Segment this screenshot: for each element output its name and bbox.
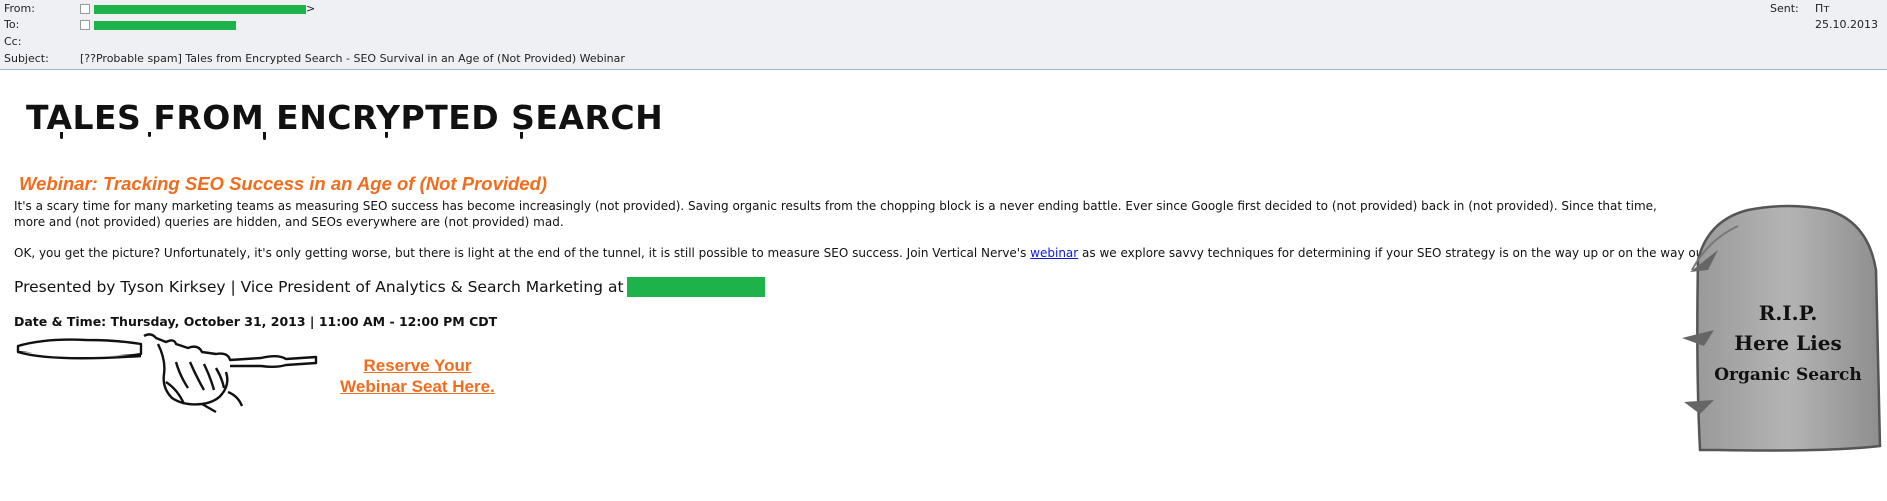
message-header: From: > Sent: Пт 25.10.2013 To: Cc: Subj… (0, 0, 1887, 70)
skeleton-hand-icon (16, 333, 318, 414)
tombstone-image: R.I.P. Here Lies Organic Search (1682, 204, 1882, 452)
redacted-company (626, 277, 765, 297)
to-value[interactable] (80, 17, 236, 33)
from-row: From: > Sent: Пт 25.10.2013 (0, 1, 1887, 31)
reserve-line-1: Reserve Your (363, 356, 472, 375)
webinar-link[interactable]: webinar (1030, 246, 1078, 260)
banner-title: TALES FROM ENCRYPTED SEARCH (26, 98, 664, 137)
tombstone-line-1: R.I.P. (1759, 301, 1818, 325)
redacted-sender (94, 4, 306, 14)
details-text: OK, you get the picture? Unfortunately, … (14, 246, 1031, 260)
webinar-title: Webinar: Tracking SEO Success in an Age … (19, 173, 548, 194)
cc-label: Cc: (4, 35, 22, 48)
drip-decoration (148, 132, 151, 137)
presenter-text: Presented by Tyson Kirksey | Vice Presid… (14, 278, 624, 296)
drip-decoration (520, 132, 523, 139)
to-row: To: (0, 17, 1887, 33)
date-time: Date & Time: Thursday, October 31, 2013 … (14, 314, 498, 329)
email-body: TALES FROM ENCRYPTED SEARCH Webinar: Tra… (0, 70, 1887, 501)
to-label: To: (4, 18, 20, 31)
presenter-line: Presented by Tyson Kirksey | Vice Presid… (14, 277, 765, 297)
reserve-seat-button[interactable]: Reserve Your Webinar Seat Here. (330, 355, 505, 397)
drip-decoration (60, 132, 63, 139)
tombstone-line-3: Organic Search (1714, 365, 1862, 385)
subject-row: Subject: [??Probable spam] Tales from En… (0, 51, 1887, 67)
intro-paragraph: It's a scary time for many marketing tea… (14, 199, 1657, 229)
drip-decoration (385, 132, 388, 138)
redacted-recipient (94, 20, 236, 30)
sent-label: Sent: (1770, 2, 1799, 15)
reserve-line-2: Webinar Seat Here. (340, 377, 495, 396)
from-value[interactable]: > (80, 1, 315, 17)
from-suffix: > (306, 2, 316, 15)
drip-decoration (263, 132, 266, 140)
subject-label: Subject: (4, 52, 49, 65)
details-text-end: as we explore savvy techniques for deter… (1078, 246, 1712, 260)
subject-value: [??Probable spam] Tales from Encrypted S… (80, 52, 625, 65)
cc-row: Cc: (0, 34, 1887, 50)
checkbox-icon (80, 4, 90, 14)
from-label: From: (4, 2, 35, 15)
tombstone-line-2: Here Lies (1734, 331, 1842, 355)
checkbox-icon (80, 20, 90, 30)
details-paragraph: OK, you get the picture? Unfortunately, … (14, 245, 1712, 261)
